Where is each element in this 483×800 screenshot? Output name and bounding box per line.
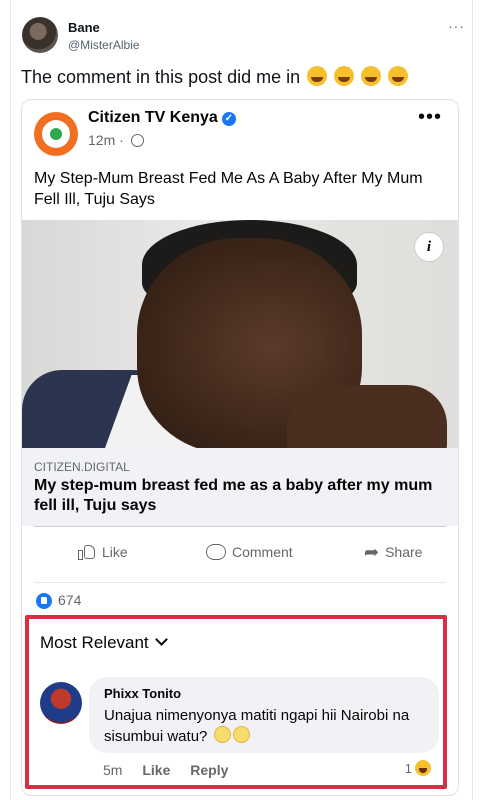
fb-more-button: ••• [417, 106, 442, 128]
comment-text: Unajua nimenyonya matiti ngapi hii Nairo… [104, 705, 429, 747]
comment-reactions: 1 [405, 760, 431, 776]
comment-highlight-box: Most Relevant Phixx Tonito Unajua nimeny… [25, 615, 447, 789]
fb-page-name: Citizen TV Kenya ✓ [88, 109, 236, 127]
share-arrow-icon: ➦ [364, 542, 380, 562]
laugh-reaction-icon [415, 760, 431, 776]
citizen-tv-logo [34, 112, 78, 156]
info-icon: i [414, 232, 444, 262]
facebook-post-screenshot[interactable]: Citizen TV Kenya ✓ 12m · ••• My Step-Mum … [21, 99, 459, 796]
verified-badge-icon: ✓ [221, 112, 236, 126]
tears-of-joy-emoji-icon [388, 66, 409, 86]
fb-comment-label: Comment [232, 544, 293, 560]
comment-sort-selector: Most Relevant [40, 633, 168, 653]
link-preview: CITIZEN.DIGITAL My step-mum breast fed m… [22, 448, 458, 526]
globe-icon [130, 134, 144, 147]
fb-time-separator: · [119, 132, 124, 148]
fb-post-title: My Step-Mum Breast Fed Me As A Baby Afte… [34, 170, 423, 208]
comment-sort-label: Most Relevant [40, 633, 149, 652]
comment-bubble-icon [206, 544, 226, 560]
tears-of-joy-emoji-icon [361, 66, 382, 86]
link-domain: CITIZEN.DIGITAL [34, 460, 130, 474]
fb-share-label: Share [385, 544, 423, 560]
tweet-text-body: The comment in this post did me in [21, 67, 301, 87]
fb-like-action: Like [78, 544, 128, 560]
fb-action-bar: Like Comment ➦ Share [34, 526, 446, 583]
link-title: My step-mum breast fed me as a baby afte… [34, 477, 433, 514]
tweet-author-handle[interactable]: @MisterAlbie [68, 38, 140, 52]
comment-author: Phixx Tonito [104, 686, 182, 701]
chevron-down-icon [154, 633, 168, 646]
fb-reaction-count: 674 [58, 592, 82, 608]
like-reaction-icon [36, 593, 52, 609]
fb-post-time: 12m · [88, 132, 144, 148]
fb-comment-action: Comment [206, 544, 293, 560]
tears-of-joy-emoji-icon [307, 66, 328, 86]
fb-post-time-text: 12m [88, 132, 116, 148]
comment-meta: 5m Like Reply [103, 762, 244, 778]
fb-page-name-text: Citizen TV Kenya [88, 109, 218, 126]
more-horizontal-icon[interactable]: ··· [448, 18, 465, 34]
tweet-header: Bane @MisterAlbie ··· [22, 14, 469, 58]
tweet-text: The comment in this post did me in [21, 66, 409, 88]
comment-reaction-count: 1 [404, 760, 412, 776]
tweet-author-avatar[interactable] [22, 17, 58, 53]
tweet-author-name[interactable]: Bane [68, 20, 100, 35]
article-photo: i [22, 220, 458, 448]
unamused-emoji-icon [232, 726, 250, 743]
fb-like-label: Like [102, 544, 128, 560]
comment-bubble: Phixx Tonito Unajua nimenyonya matiti ng… [89, 677, 439, 753]
comment-time: 5m [103, 762, 123, 778]
unamused-emoji-icon [213, 726, 231, 743]
fb-reactions-summary: 674 [34, 582, 446, 613]
fb-share-action: ➦ Share [364, 542, 423, 562]
commenter-avatar [40, 682, 82, 724]
comment-reply-link: Reply [190, 762, 229, 778]
comment-text-body: Unajua nimenyonya matiti ngapi hii Nairo… [104, 707, 410, 745]
thumbs-up-icon [78, 544, 96, 560]
tears-of-joy-emoji-icon [334, 66, 355, 86]
comment-like-link: Like [142, 762, 171, 778]
